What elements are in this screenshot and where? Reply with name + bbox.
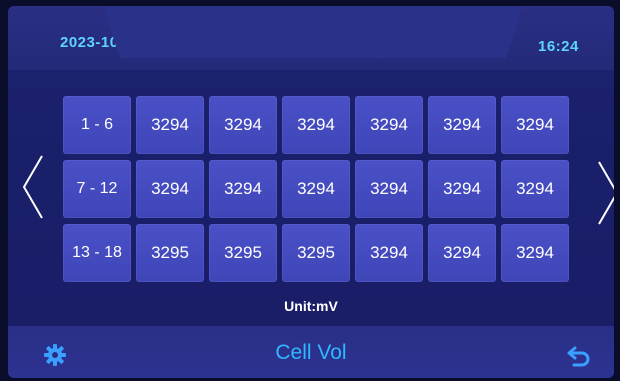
cell-value: 3294 [355,224,423,282]
time-display: 16:24 [538,38,579,55]
cell-row: 1 - 6 3294 3294 3294 3294 3294 3294 [63,96,574,154]
cell-value: 3294 [282,96,350,154]
cell-value: 3294 [501,96,569,154]
cell-value: 3295 [282,224,350,282]
gear-icon[interactable] [43,343,67,367]
cell-range-label: 13 - 18 [63,224,131,282]
cell-value: 3294 [282,160,350,218]
cell-value: 3294 [428,224,496,282]
footer-center-panel [103,6,523,58]
cell-value: 3294 [428,160,496,218]
cell-value: 3294 [355,160,423,218]
cell-range-label: 1 - 6 [63,96,131,154]
cell-row: 13 - 18 3295 3295 3295 3294 3294 3294 [63,224,574,282]
cell-value: 3294 [355,96,423,154]
cell-row: 7 - 12 3294 3294 3294 3294 3294 3294 [63,160,574,218]
previous-page-icon[interactable] [20,154,48,220]
cell-value: 3294 [428,96,496,154]
unit-label: Unit:mV [284,298,338,314]
cell-value: 3294 [209,96,277,154]
cell-value: 3295 [136,224,204,282]
cell-value: 3294 [136,160,204,218]
display-screen: 2023-10-31 16:24 1 - 6 3294 3294 3294 32… [8,6,614,378]
cell-voltage-grid: 1 - 6 3294 3294 3294 3294 3294 3294 7 - … [63,96,574,288]
next-page-icon[interactable] [593,160,614,226]
cell-value: 3295 [209,224,277,282]
cell-range-label: 7 - 12 [63,160,131,218]
cell-value: 3294 [136,96,204,154]
cell-value: 3294 [501,160,569,218]
back-arrow-icon[interactable] [566,345,592,367]
page-title: Cell Vol [275,341,347,364]
cell-value: 3294 [501,224,569,282]
cell-value: 3294 [209,160,277,218]
